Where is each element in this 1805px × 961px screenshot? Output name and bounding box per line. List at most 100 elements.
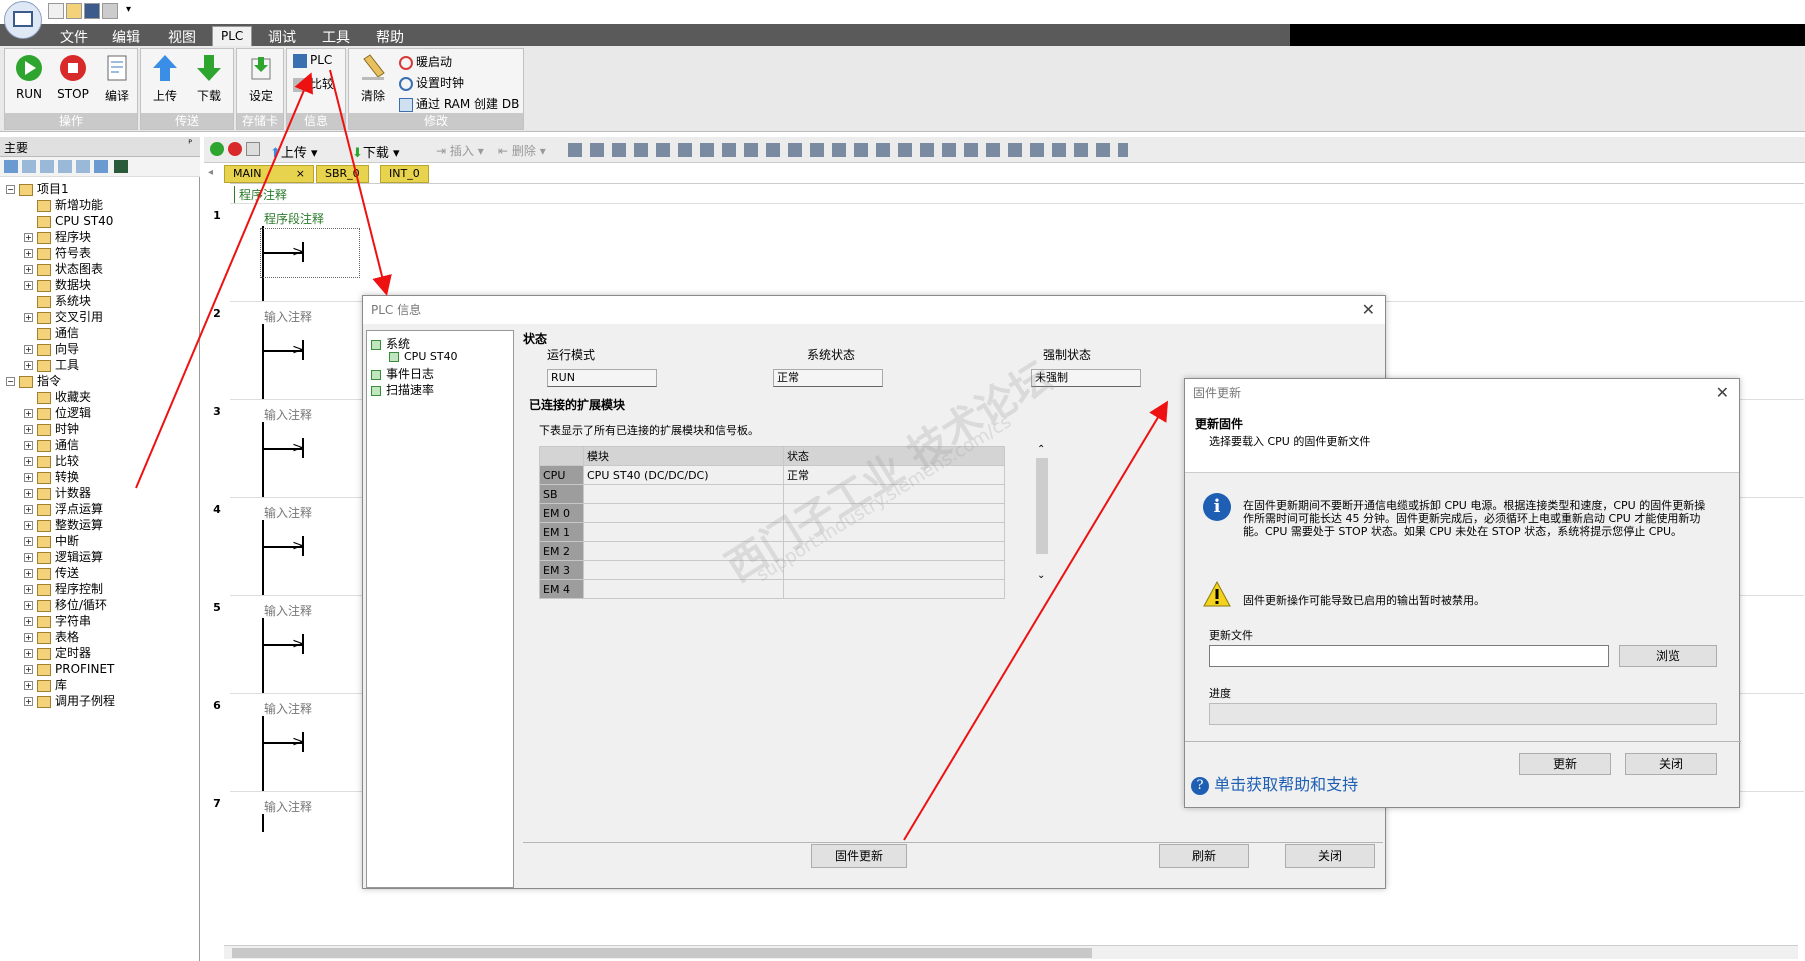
tree-item[interactable]: + 定时器 (24, 645, 91, 661)
tree-item[interactable]: CPU ST40 (24, 213, 113, 229)
view-icon-1[interactable] (4, 160, 18, 173)
tree-item[interactable]: + 库 (24, 677, 67, 693)
tree-item[interactable]: + 程序块 (24, 229, 91, 245)
rung-end-contact[interactable]: > (292, 438, 304, 458)
rung-number[interactable]: 6 (204, 699, 230, 712)
view-icon-3[interactable] (40, 160, 54, 173)
new-file-icon[interactable] (48, 3, 64, 19)
expand-icon[interactable]: + (24, 569, 33, 578)
warm-start-button[interactable]: 暖启动 (399, 53, 452, 71)
expand-icon[interactable]: + (24, 473, 33, 482)
tree-item[interactable]: + 逻辑运算 (24, 549, 103, 565)
expand-icon[interactable]: + (24, 697, 33, 706)
rung-end-contact[interactable]: > (292, 732, 304, 752)
program-comment[interactable]: 程序注释 (234, 186, 287, 203)
expand-icon[interactable]: + (24, 553, 33, 562)
expand-icon[interactable]: + (24, 409, 33, 418)
delete-toolbar-button[interactable]: ⇤ 删除 ▾ (498, 142, 546, 159)
view-icon-6[interactable] (94, 160, 108, 173)
expand-icon[interactable]: + (24, 313, 33, 322)
rung-number[interactable]: 3 (204, 405, 230, 418)
expand-icon[interactable]: + (24, 441, 33, 450)
rung-end-contact[interactable]: > (292, 536, 304, 556)
tree-item[interactable]: + 调用子例程 (24, 693, 115, 709)
scrollbar-thumb[interactable] (1036, 458, 1048, 554)
menu-edit[interactable]: 编辑 (112, 27, 140, 47)
plc-close-button[interactable]: 关闭 (1285, 844, 1375, 868)
open-folder-icon[interactable] (66, 3, 82, 19)
tree-item[interactable]: + 计数器 (24, 485, 91, 501)
module-row[interactable]: EM 4 (539, 579, 1005, 599)
expand-icon[interactable]: + (24, 537, 33, 546)
scroll-down-icon[interactable]: ⌄ (1037, 570, 1045, 581)
stop-small-icon[interactable] (228, 142, 242, 156)
tree-item[interactable]: − 指令 (6, 373, 61, 389)
compare-button[interactable]: 比较 (293, 75, 334, 93)
compile-button[interactable]: 编译 (95, 53, 139, 109)
rung-number[interactable]: 4 (204, 503, 230, 516)
program-comment-row[interactable]: 程序注释 (230, 183, 1804, 203)
tree-item[interactable]: + 传送 (24, 565, 79, 581)
rung-comment[interactable]: 输入注释 (264, 798, 312, 815)
tab-int0[interactable]: INT_0 (380, 165, 429, 183)
expand-icon[interactable]: + (24, 361, 33, 370)
ladder-rung[interactable]: 程序段注释 > (230, 203, 1804, 302)
help-link[interactable]: ? 单击获取帮助和支持 (1191, 771, 1358, 795)
rung-number[interactable]: 1 (204, 209, 230, 222)
tree-item[interactable]: 系统块 (24, 293, 91, 309)
tree-item[interactable]: + 表格 (24, 629, 79, 645)
scroll-up-icon[interactable]: ⌃ (1037, 444, 1045, 455)
expand-icon[interactable]: + (24, 521, 33, 530)
tree-item[interactable]: + 中断 (24, 533, 79, 549)
tree-item[interactable]: − 项目1 (6, 181, 69, 197)
upload-button[interactable]: 上传 (143, 53, 187, 109)
rung-number[interactable]: 7 (204, 797, 230, 810)
plc-tree-event-log[interactable]: 事件日志 (371, 365, 434, 382)
insert-toolbar-button[interactable]: ⇥ 插入 ▾ (436, 142, 484, 159)
save-icon[interactable] (84, 3, 100, 19)
expand-icon[interactable]: + (24, 617, 33, 626)
expand-icon[interactable]: + (24, 425, 33, 434)
expand-icon[interactable]: + (24, 649, 33, 658)
tree-item[interactable]: + PROFINET (24, 661, 114, 677)
tree-item[interactable]: + 程序控制 (24, 581, 103, 597)
module-row[interactable]: SB (539, 484, 1005, 504)
horizontal-scrollbar[interactable] (224, 945, 1798, 959)
tab-main[interactable]: MAIN × (224, 165, 314, 183)
settings-button[interactable]: 设定 (239, 53, 283, 109)
expand-icon[interactable]: + (24, 505, 33, 514)
expand-icon[interactable]: + (24, 249, 33, 258)
rung-end-contact[interactable]: > (292, 634, 304, 654)
menu-view[interactable]: 视图 (168, 27, 196, 47)
firmware-update-button[interactable]: 固件更新 (811, 844, 907, 868)
tree-item[interactable]: + 交叉引用 (24, 309, 103, 325)
tree-item[interactable]: + 工具 (24, 357, 79, 373)
update-button[interactable]: 更新 (1519, 753, 1611, 775)
plc-dialog-close-icon[interactable]: ✕ (1362, 296, 1375, 324)
tree-item[interactable]: + 整数运算 (24, 517, 103, 533)
tree-item[interactable]: + 位逻辑 (24, 405, 91, 421)
expand-icon[interactable]: + (24, 489, 33, 498)
tree-item[interactable]: + 比较 (24, 453, 79, 469)
download-toolbar-button[interactable]: ⬇下载 ▾ (352, 142, 400, 161)
run-small-icon[interactable] (210, 142, 224, 156)
run-button[interactable]: RUN (7, 53, 51, 109)
stop-button[interactable]: STOP (51, 53, 95, 109)
app-logo-icon[interactable] (4, 1, 42, 39)
pin-icon[interactable]: ᴾ (188, 139, 192, 150)
rung-end-contact[interactable]: > (292, 340, 304, 360)
tree-item[interactable]: + 数据块 (24, 277, 91, 293)
upload-toolbar-button[interactable]: ⬆上传 ▾ (270, 142, 318, 161)
clear-button[interactable]: 清除 (351, 53, 395, 109)
rung-comment[interactable]: 输入注释 (264, 406, 312, 423)
expand-icon[interactable]: + (24, 457, 33, 466)
rung-number[interactable]: 2 (204, 307, 230, 320)
view-icon-5[interactable] (76, 160, 90, 173)
set-clock-button[interactable]: 设置时钟 (399, 74, 464, 92)
rung-number[interactable]: 5 (204, 601, 230, 614)
tree-item[interactable]: + 浮点运算 (24, 501, 103, 517)
tree-item[interactable]: 收藏夹 (24, 389, 91, 405)
modules-scrollbar[interactable]: ⌃ ⌄ (1035, 444, 1049, 586)
tree-item[interactable]: + 时钟 (24, 421, 79, 437)
plc-tree-cpu[interactable]: CPU ST40 (389, 350, 458, 363)
